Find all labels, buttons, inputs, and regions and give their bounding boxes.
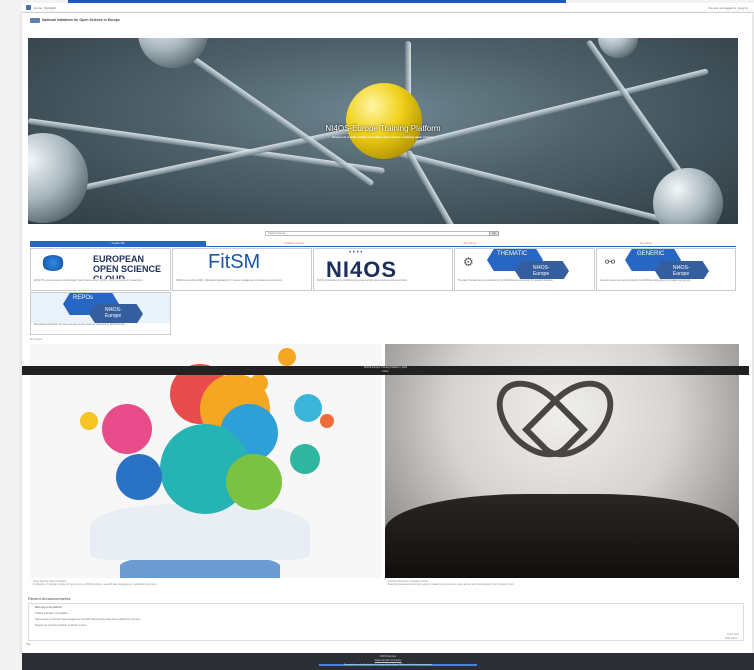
course-card-caption: FitSM Course about FitSM - lightweight s… <box>176 280 283 282</box>
site-header-logo-icon[interactable] <box>30 18 40 23</box>
course-card-subtitle: NI4OS-Europe <box>105 307 122 319</box>
notice-bar: NI4OS-Europe Training Platform | 2021 Cl… <box>22 366 749 375</box>
site-logo-icon[interactable] <box>26 5 31 10</box>
site-title[interactable]: National Initiatives for Open Science in… <box>42 18 120 22</box>
course-card-ni4os[interactable]: • • • • NI4OS NI4OS Introduction to the … <box>313 248 453 291</box>
course-card-title: NI4OS <box>326 257 398 279</box>
notice-close-link[interactable]: Close <box>22 370 749 374</box>
small-bubble <box>278 348 296 366</box>
course-card-thematic[interactable]: ⚙ THEMATIC NI4OS-Europe Thematic Themati… <box>454 248 595 291</box>
hero-sphere <box>598 38 638 58</box>
course-card-image: ⚯ GENERIC NI4OS-Europe <box>597 249 735 279</box>
login-link[interactable]: You are not logged in. (Log in) <box>708 6 748 10</box>
hero-sphere <box>653 168 723 224</box>
course-card-repos[interactable]: REPOs NI4OS-Europe Repositories Reposito… <box>30 292 171 335</box>
course-tabs: Course Tab Available courses My courses … <box>30 241 736 247</box>
hero-yellow-sphere <box>346 83 422 159</box>
all-courses-link[interactable]: All courses <box>30 338 42 341</box>
featured-caption: Open Science Training Content A collecti… <box>33 580 158 587</box>
small-bubble <box>80 412 98 430</box>
atom-small-bubble <box>290 444 320 474</box>
nav-home-link[interactable]: Home | Spotlight <box>34 6 56 10</box>
featured-caption: Learning Resources | Reading Corner Read… <box>388 580 515 587</box>
site-header: National Initiatives for Open Science in… <box>30 16 230 26</box>
funding-text: This project has received funding from t… <box>343 664 433 666</box>
list-item[interactable]: Register for upcoming webinars on EOSC s… <box>35 625 87 627</box>
course-search-input[interactable] <box>265 231 499 236</box>
course-card-subtitle: NI4OS-Europe <box>533 265 550 277</box>
course-card-title: GENERIC <box>637 251 665 257</box>
course-card-title: REPOs <box>73 295 94 301</box>
course-card-fitsm[interactable]: FitSM FitSM Course about FitSM - lightwe… <box>172 248 312 291</box>
tab-label: Course Tab <box>111 242 125 245</box>
hero-title: NI4OS-Europe Training Platform <box>325 124 441 133</box>
course-card-title: EUROPEAN OPEN SCIENCE CLOUD <box>93 254 162 279</box>
hero-subtitle: Access to a wide variety of content and … <box>332 135 434 139</box>
skip-link[interactable]: Skip <box>26 643 31 646</box>
list-item[interactable]: New courses on research data management … <box>35 619 140 621</box>
data-retention-link[interactable]: Data retention summary <box>22 659 754 662</box>
network-nodes-icon: ⚯ <box>605 255 616 269</box>
course-card-caption: NI4OS Introduction to the NI4OS-Europe p… <box>317 280 408 282</box>
course-card-title: FitSM <box>208 251 261 273</box>
course-card-title: THEMATIC <box>497 251 528 257</box>
footer: NI4OS-Europe Data retention summary This… <box>22 653 754 670</box>
list-item[interactable]: Welcome to the platform <box>35 607 62 609</box>
course-card-image: REPOs NI4OS-Europe <box>31 293 170 323</box>
search-button[interactable]: Go <box>489 231 499 236</box>
dots-icon: • • • • <box>349 250 363 256</box>
recent-announcements-title: Recent Announcements <box>28 596 71 601</box>
eosc-globe-icon <box>41 255 65 271</box>
small-bubble <box>320 414 334 428</box>
hero-sphere <box>28 133 88 223</box>
dna-bubble <box>294 394 322 422</box>
heart-page-right <box>521 365 629 473</box>
tab-underline <box>30 246 736 247</box>
featured-image-book-heart[interactable] <box>385 344 739 578</box>
laptop-bubble <box>116 454 162 500</box>
recent-announcements-panel: Welcome to the platform Training materia… <box>28 603 744 641</box>
navbar: Home | Spotlight You are not logged in. … <box>22 3 754 13</box>
announcement-date: 14 Apr 2021 <box>726 634 739 636</box>
list-item[interactable]: Training materials now available <box>35 613 68 615</box>
tab-label: Available courses <box>284 242 304 245</box>
hero-banner: NI4OS-Europe Training Platform Access to… <box>28 38 738 224</box>
course-card-caption: Generic Generic services provided by the… <box>600 280 691 282</box>
course-card-generic[interactable]: ⚯ GENERIC NI4OS-Europe Generic Generic s… <box>596 248 736 291</box>
course-card-eosc[interactable]: EUROPEAN OPEN SCIENCE CLOUD EOSC This co… <box>30 248 171 291</box>
course-card-image: FitSM <box>173 249 311 279</box>
search-button-label: Go <box>492 232 496 235</box>
featured-image-open-science[interactable] <box>30 344 382 578</box>
course-card-caption: EOSC This course presents the European O… <box>34 280 144 282</box>
tab-label: All courses <box>639 242 653 245</box>
book-body-shape <box>385 494 739 578</box>
puzzle-bubble <box>102 404 152 454</box>
footer-title: NI4OS-Europe <box>379 655 397 658</box>
small-bubble <box>250 374 268 392</box>
older-topics-link[interactable]: Older topics... <box>725 638 739 640</box>
course-card-subtitle: NI4OS-Europe <box>673 265 690 277</box>
course-card-caption: Thematic Thematic services provided by t… <box>458 280 554 282</box>
lock-bubble <box>226 454 282 510</box>
tab-label: My courses <box>463 242 477 245</box>
carousel-arrows: ‹› <box>724 336 736 350</box>
course-card-image: • • • • NI4OS <box>314 249 452 279</box>
course-card-caption: Repositories Repository services and ope… <box>34 324 126 326</box>
course-card-image: EUROPEAN OPEN SCIENCE CLOUD <box>31 249 170 279</box>
gears-icon: ⚙ <box>463 255 474 269</box>
course-card-image: ⚙ THEMATIC NI4OS-Europe <box>455 249 594 279</box>
